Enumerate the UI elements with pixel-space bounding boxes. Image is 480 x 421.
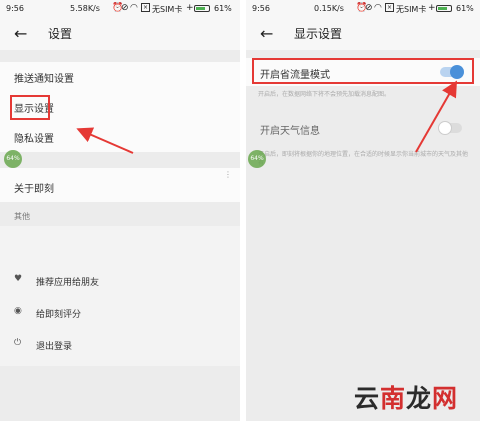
- sim-icon: ×: [385, 3, 395, 12]
- display-settings-screen: 9:56 0.15K/s ⏰ ⊘ ◠ × 无SIM卡 + 61% ← 显示设置 …: [246, 0, 480, 421]
- settings-screen: 9:56 5.58K/s ⏰ ⊘ ◠ × 无SIM卡 + 61% ← 设置 推送…: [0, 0, 240, 421]
- app-bar: ← 显示设置: [246, 16, 480, 50]
- status-time: 9:56: [252, 4, 270, 13]
- section-header-other: 其他: [0, 202, 240, 226]
- recommend-app-item[interactable]: 推荐应用给朋友: [36, 275, 99, 288]
- battery-icon: [436, 5, 452, 12]
- status-sim: 无SIM卡: [152, 5, 183, 14]
- push-notification-settings-item[interactable]: 推送通知设置: [0, 62, 240, 92]
- data-saver-description: 开启后，在数据网络下将不会预先加载消息配图。: [258, 91, 391, 98]
- section-label: 其他: [14, 212, 30, 221]
- heart-icon: ♥: [14, 274, 23, 284]
- side-handle-icon: ⋮: [224, 170, 232, 179]
- privacy-settings-item[interactable]: 隐私设置: [0, 122, 240, 152]
- sim-icon: ×: [141, 3, 151, 12]
- back-arrow-icon[interactable]: ←: [260, 24, 273, 43]
- status-sim: 无SIM卡: [396, 5, 427, 14]
- bottom-area: [0, 366, 240, 421]
- weather-toggle[interactable]: [438, 121, 462, 135]
- spacer: [246, 50, 480, 58]
- screenshot-composite: 9:56 5.58K/s ⏰ ⊘ ◠ × 无SIM卡 + 61% ← 设置 推送…: [0, 0, 480, 421]
- highlight-box: [252, 58, 474, 84]
- other-menu: ♥ 推荐应用给朋友 ◉ 给即刻评分 ⏻ 退出登录: [0, 226, 240, 366]
- status-network-speed: 5.58K/s: [70, 4, 100, 13]
- page-title: 显示设置: [294, 27, 343, 41]
- weather-setting[interactable]: 开启天气信息: [246, 114, 480, 142]
- item-label: 关于即刻: [14, 184, 54, 195]
- charging-icon: +: [428, 3, 436, 13]
- item-label: 推送通知设置: [14, 74, 74, 85]
- wifi-icon: ◠: [374, 3, 382, 13]
- status-battery: 61%: [214, 4, 232, 13]
- mute-icon: ⊘: [365, 3, 373, 13]
- watermark: 云南龙网: [353, 384, 458, 413]
- logout-item[interactable]: 退出登录: [36, 339, 72, 352]
- item-label: 隐私设置: [14, 134, 54, 145]
- wifi-icon: ◠: [130, 3, 138, 13]
- weather-description: 开启后，即刻将根据你的地理位置，在合适的时候显示你当前城市的天气及其他有: [258, 151, 469, 167]
- status-battery: 61%: [456, 4, 474, 13]
- spacer: [0, 152, 240, 168]
- floating-badge[interactable]: 64%: [248, 150, 266, 168]
- setting-label: 开启天气信息: [260, 126, 320, 137]
- status-bar: 9:56 0.15K/s ⏰ ⊘ ◠ × 无SIM卡 + 61%: [246, 0, 480, 16]
- dot-icon: ◉: [14, 306, 22, 316]
- status-bar: 9:56 5.58K/s ⏰ ⊘ ◠ × 无SIM卡 + 61%: [0, 0, 240, 16]
- battery-icon: [194, 5, 210, 12]
- mute-icon: ⊘: [121, 3, 129, 13]
- floating-badge[interactable]: 64%: [4, 150, 22, 168]
- about-item[interactable]: 关于即刻 ⋮: [0, 168, 240, 202]
- spacer: [0, 50, 240, 62]
- status-time: 9:56: [6, 4, 24, 13]
- charging-icon: +: [186, 3, 194, 13]
- app-bar: ← 设置: [0, 16, 240, 50]
- highlight-box: [10, 95, 50, 120]
- back-arrow-icon[interactable]: ←: [14, 24, 27, 43]
- page-title: 设置: [48, 27, 73, 41]
- rate-app-item[interactable]: 给即刻评分: [36, 307, 81, 320]
- status-network-speed: 0.15K/s: [314, 4, 344, 13]
- power-icon: ⏻: [14, 338, 22, 348]
